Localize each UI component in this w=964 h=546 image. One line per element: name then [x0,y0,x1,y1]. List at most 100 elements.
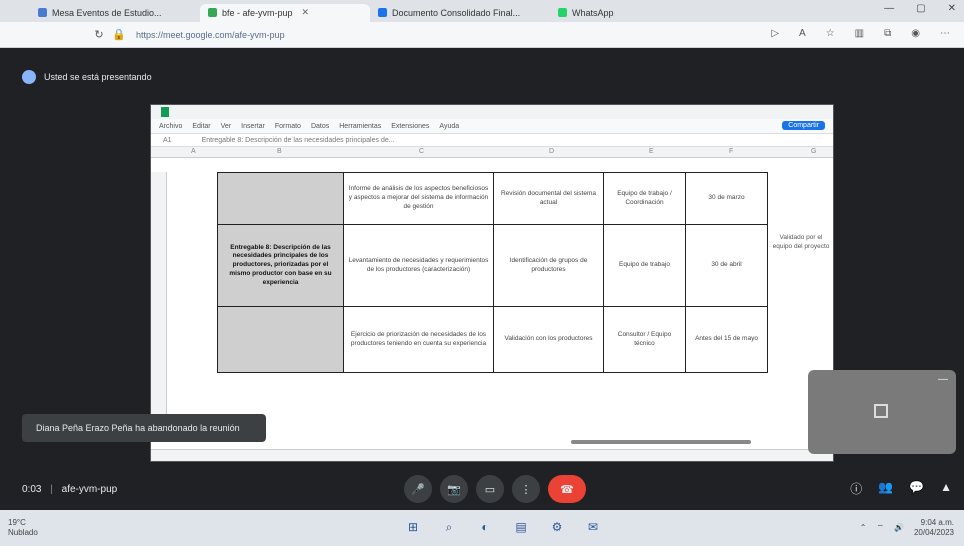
chat-icon[interactable]: 💬 [909,480,924,497]
column-header[interactable]: F [729,148,733,155]
column-header[interactable]: C [419,148,424,155]
tab-label: Mesa Eventos de Estudio... [52,7,162,18]
meeting-code: afe-yvm-pup [61,484,118,495]
browser-tab-3[interactable]: Documento Consolidado Final... [370,4,550,22]
url-field[interactable]: https://meet.google.com/afe-yvm-pup [136,30,285,40]
sheets-logo-icon [161,107,169,117]
menu-item[interactable]: Archivo [159,123,182,130]
volume-icon[interactable]: 🔊 [894,523,904,532]
column-header[interactable]: D [549,148,554,155]
shared-screen[interactable]: Archivo Editar Ver Insertar Formato Dato… [150,104,834,462]
settings-menu-icon[interactable]: ⋯ [940,28,950,39]
table-cell[interactable]: Identificación de grupos de productores [493,224,604,307]
tab-label: Documento Consolidado Final... [392,7,521,18]
split-screen-icon[interactable]: ▥ [855,28,864,39]
menu-item[interactable]: Herramientas [339,123,381,130]
address-bar: ↻ 🔒 https://meet.google.com/afe-yvm-pup … [0,22,964,48]
camera-permission-icon[interactable]: ▷ [771,28,779,39]
meeting-time: 0:03 [22,484,42,495]
presenting-banner: Usted se está presentando [22,70,152,84]
self-view-tile[interactable]: — [808,370,956,454]
table-cell[interactable]: Equipo de trabajo [603,224,686,307]
whatsapp-favicon-icon [558,8,567,17]
lock-icon: 🔒 [112,29,126,41]
meet-stage: Usted se está presentando Archivo Editar… [0,48,964,510]
weather-widget[interactable]: 19°C Nublado [8,518,38,537]
maximize-button[interactable]: ▢ [916,3,925,14]
table-cell[interactable]: Revisión documental del sistema actual [493,172,604,225]
close-window-button[interactable]: ✕ [948,3,956,14]
column-header[interactable]: E [649,148,654,155]
browser-tab-2[interactable]: bfe - afe-yvm-pup ✕ [200,3,370,22]
present-icon [22,70,36,84]
side-note[interactable]: Validado por el equipo del proyecto [771,233,831,251]
menu-item[interactable]: Editar [192,123,210,130]
end-call-button[interactable]: ☎ [548,475,586,503]
horizontal-scrollbar[interactable] [571,440,751,444]
browser-tab-4[interactable]: WhatsApp [550,4,660,22]
camera-button[interactable]: 📷 [440,475,468,503]
minimize-icon[interactable]: — [938,374,948,385]
chevron-up-icon[interactable]: ⌃ [860,523,867,532]
table-cell[interactable]: Validación con los productores [493,306,604,373]
table-cell[interactable]: Ejercicio de priorización de necesidades… [343,306,494,373]
table-cell[interactable]: Antes del 15 de mayo [685,306,768,373]
tab-favicon-icon [38,8,47,17]
profile-icon[interactable]: ◉ [911,28,920,39]
settings-icon[interactable]: ⚙ [546,516,568,538]
meet-favicon-icon [208,8,217,17]
menu-item[interactable]: Insertar [241,123,265,130]
clock[interactable]: 9:04 a.m. 20/04/2023 [914,518,954,537]
sheet-status-bar [151,449,833,461]
edge-icon[interactable]: ◐ [474,516,496,538]
name-box[interactable]: A1 [163,137,172,144]
browser-tools: ▷ A ☆ ▥ ⧉ ◉ ⋯ [771,28,950,39]
search-icon[interactable]: ⌕ [438,516,460,538]
table-cell[interactable]: Levantamiento de necesidades y requerimi… [343,224,494,307]
more-options-button[interactable]: ⋮ [512,475,540,503]
column-headers: A B C D E F G [151,147,833,158]
tab-favicon-icon [378,8,387,17]
menu-item[interactable]: Extensiones [391,123,429,130]
read-aloud-icon[interactable]: A [799,28,806,39]
column-header[interactable]: A [191,148,196,155]
favorites-icon[interactable]: ☆ [826,28,835,39]
table-cell[interactable]: 30 de abril [685,224,768,307]
table-cell[interactable]: 30 de marzo [685,172,768,225]
info-icon[interactable]: ⓘ [850,480,862,497]
start-icon[interactable]: ⊞ [402,516,424,538]
network-icon[interactable]: ⌔ [876,523,884,533]
side-panel-controls: ⓘ 👥 💬 ▲ [850,480,952,497]
table-cell[interactable]: Informe de análisis de los aspectos bene… [343,172,494,225]
table-cell[interactable] [217,306,344,373]
menu-item[interactable]: Datos [311,123,329,130]
formula-input[interactable]: Entregable 8: Descripción de las necesid… [202,137,395,144]
table-cell[interactable]: Equipo de trabajo / Coordinación [603,172,686,225]
column-header[interactable]: B [277,148,282,155]
browser-tab-1[interactable]: Mesa Eventos de Estudio... [30,4,200,22]
minimize-button[interactable]: — [884,3,894,14]
reload-icon[interactable]: ↻ [92,28,106,41]
activities-icon[interactable]: ▲ [940,480,952,497]
browser-tab-bar: Mesa Eventos de Estudio... bfe - afe-yvm… [0,0,964,22]
table-cell[interactable]: Entregable 8: Descripción de las necesid… [217,224,344,307]
menu-item[interactable]: Ver [221,123,232,130]
file-explorer-icon[interactable]: ▤ [510,516,532,538]
table-cell[interactable] [217,172,344,225]
window-controls: — ▢ ✕ [884,3,956,14]
presenting-text: Usted se está presentando [44,72,152,82]
people-icon[interactable]: 👥 [878,480,893,497]
meeting-info: 0:03 | afe-yvm-pup [22,484,118,495]
microphone-button[interactable]: 🎤 [404,475,432,503]
collections-icon[interactable]: ⧉ [884,28,891,39]
call-controls: 🎤 📷 ▭ ⋮ ☎ [404,475,586,503]
menu-item[interactable]: Formato [275,123,301,130]
table-cell[interactable]: Consultor / Equipo técnico [603,306,686,373]
mail-icon[interactable]: ✉ [582,516,604,538]
share-button[interactable]: Compartir [782,121,825,130]
column-header[interactable]: G [811,148,816,155]
table-row: Ejercicio de priorización de necesidades… [217,306,768,373]
present-button[interactable]: ▭ [476,475,504,503]
tab-close-icon[interactable]: ✕ [302,7,310,18]
menu-item[interactable]: Ayuda [439,123,459,130]
